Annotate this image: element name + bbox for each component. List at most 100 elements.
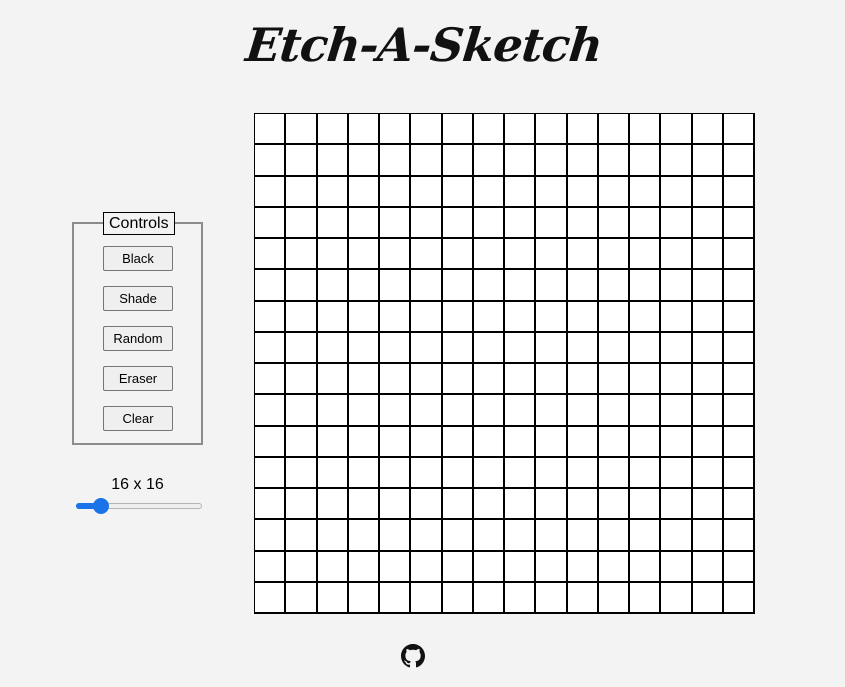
grid-cell[interactable] <box>630 582 662 614</box>
grid-cell[interactable] <box>380 395 412 427</box>
grid-cell[interactable] <box>723 364 755 396</box>
grid-cell[interactable] <box>380 270 412 302</box>
grid-cell[interactable] <box>598 457 630 489</box>
grid-cell[interactable] <box>255 489 287 521</box>
grid-cell[interactable] <box>473 332 505 364</box>
grid-cell[interactable] <box>661 176 693 208</box>
grid-cell[interactable] <box>692 520 724 552</box>
grid-cell[interactable] <box>536 551 568 583</box>
grid-cell[interactable] <box>411 457 443 489</box>
grid-cell[interactable] <box>692 457 724 489</box>
grid-cell[interactable] <box>536 426 568 458</box>
grid-cell[interactable] <box>411 426 443 458</box>
grid-cell[interactable] <box>411 582 443 614</box>
grid-cell[interactable] <box>505 395 537 427</box>
grid-cell[interactable] <box>630 239 662 271</box>
grid-cell[interactable] <box>348 114 380 146</box>
grid-cell[interactable] <box>598 270 630 302</box>
grid-cell[interactable] <box>317 301 349 333</box>
grid-cell[interactable] <box>380 207 412 239</box>
grid-cell[interactable] <box>411 551 443 583</box>
grid-cell[interactable] <box>255 332 287 364</box>
grid-cell[interactable] <box>442 426 474 458</box>
grid-cell[interactable] <box>442 489 474 521</box>
grid-cell[interactable] <box>317 426 349 458</box>
grid-cell[interactable] <box>630 551 662 583</box>
grid-cell[interactable] <box>380 457 412 489</box>
grid-cell[interactable] <box>286 270 318 302</box>
grid-cell[interactable] <box>723 457 755 489</box>
grid-cell[interactable] <box>692 207 724 239</box>
grid-cell[interactable] <box>598 551 630 583</box>
grid-cell[interactable] <box>442 551 474 583</box>
grid-cell[interactable] <box>348 145 380 177</box>
grid-cell[interactable] <box>630 489 662 521</box>
grid-cell[interactable] <box>536 364 568 396</box>
grid-cell[interactable] <box>567 489 599 521</box>
grid-cell[interactable] <box>473 364 505 396</box>
grid-cell[interactable] <box>723 270 755 302</box>
grid-cell[interactable] <box>505 457 537 489</box>
grid-cell[interactable] <box>473 395 505 427</box>
grid-cell[interactable] <box>536 207 568 239</box>
grid-cell[interactable] <box>286 332 318 364</box>
eraser-button[interactable]: Eraser <box>103 366 173 391</box>
grid-cell[interactable] <box>536 520 568 552</box>
grid-cell[interactable] <box>411 176 443 208</box>
grid-cell[interactable] <box>598 145 630 177</box>
grid-cell[interactable] <box>536 114 568 146</box>
grid-cell[interactable] <box>536 145 568 177</box>
grid-cell[interactable] <box>473 426 505 458</box>
grid-cell[interactable] <box>286 145 318 177</box>
grid-cell[interactable] <box>567 395 599 427</box>
grid-cell[interactable] <box>286 520 318 552</box>
grid-cell[interactable] <box>598 395 630 427</box>
grid-cell[interactable] <box>473 176 505 208</box>
grid-cell[interactable] <box>567 270 599 302</box>
grid-cell[interactable] <box>567 520 599 552</box>
grid-cell[interactable] <box>661 270 693 302</box>
grid-cell[interactable] <box>661 457 693 489</box>
grid-cell[interactable] <box>723 426 755 458</box>
grid-cell[interactable] <box>286 239 318 271</box>
grid-cell[interactable] <box>255 520 287 552</box>
grid-cell[interactable] <box>317 457 349 489</box>
grid-cell[interactable] <box>505 551 537 583</box>
grid-cell[interactable] <box>723 114 755 146</box>
grid-cell[interactable] <box>411 114 443 146</box>
grid-cell[interactable] <box>598 582 630 614</box>
grid-cell[interactable] <box>317 239 349 271</box>
grid-cell[interactable] <box>723 520 755 552</box>
grid-cell[interactable] <box>442 582 474 614</box>
grid-cell[interactable] <box>505 332 537 364</box>
grid-cell[interactable] <box>380 176 412 208</box>
grid-cell[interactable] <box>505 489 537 521</box>
grid-cell[interactable] <box>723 582 755 614</box>
grid-cell[interactable] <box>473 582 505 614</box>
grid-cell[interactable] <box>567 207 599 239</box>
grid-cell[interactable] <box>630 207 662 239</box>
grid-cell[interactable] <box>505 270 537 302</box>
grid-cell[interactable] <box>505 176 537 208</box>
grid-cell[interactable] <box>661 239 693 271</box>
grid-cell[interactable] <box>505 239 537 271</box>
grid-cell[interactable] <box>567 364 599 396</box>
sketch-grid[interactable] <box>254 113 755 614</box>
grid-cell[interactable] <box>317 114 349 146</box>
slider-thumb[interactable] <box>92 498 109 514</box>
grid-cell[interactable] <box>567 239 599 271</box>
grid-cell[interactable] <box>255 395 287 427</box>
grid-cell[interactable] <box>317 176 349 208</box>
grid-cell[interactable] <box>473 520 505 552</box>
grid-cell[interactable] <box>473 114 505 146</box>
grid-cell[interactable] <box>317 551 349 583</box>
grid-cell[interactable] <box>630 332 662 364</box>
grid-cell[interactable] <box>255 207 287 239</box>
grid-cell[interactable] <box>661 551 693 583</box>
grid-cell[interactable] <box>630 301 662 333</box>
grid-cell[interactable] <box>661 582 693 614</box>
grid-cell[interactable] <box>411 239 443 271</box>
grid-cell[interactable] <box>536 582 568 614</box>
grid-cell[interactable] <box>598 364 630 396</box>
grid-cell[interactable] <box>630 270 662 302</box>
